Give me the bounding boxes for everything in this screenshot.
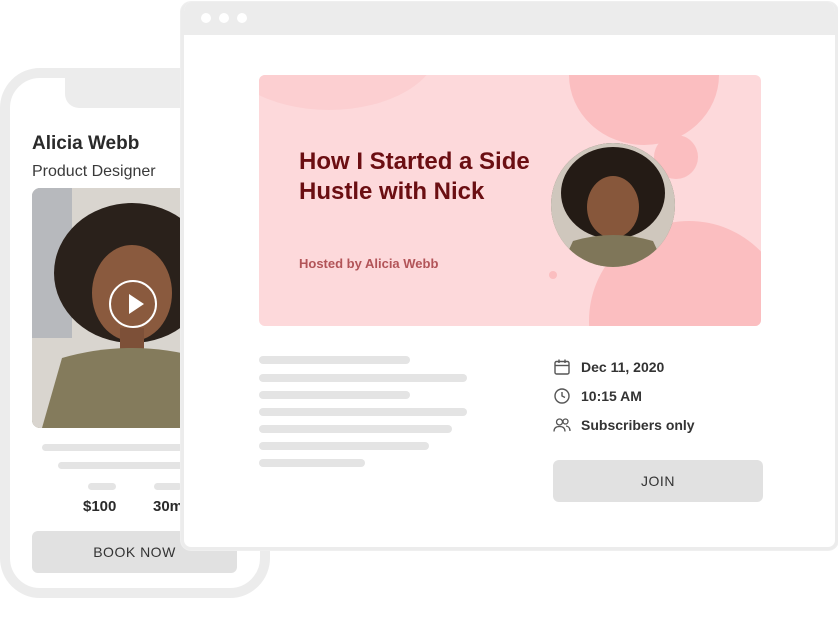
window-dot — [219, 13, 229, 23]
event-audience-text: Subscribers only — [581, 417, 695, 433]
placeholder-line — [88, 483, 116, 490]
event-date-text: Dec 11, 2020 — [581, 359, 665, 375]
window-dot — [237, 13, 247, 23]
event-time-text: 10:15 AM — [581, 388, 642, 404]
placeholder-line — [58, 462, 198, 469]
placeholder-line — [259, 459, 365, 467]
join-button[interactable]: JOIN — [553, 460, 763, 502]
profile-name: Alicia Webb — [32, 133, 140, 154]
placeholder-line — [259, 391, 410, 399]
placeholder-line — [42, 444, 192, 451]
placeholder-line — [259, 374, 467, 382]
browser-window: How I Started a Side Hustle with Nick Ho… — [181, 2, 838, 550]
event-banner: How I Started a Side Hustle with Nick Ho… — [259, 75, 761, 326]
placeholder-line — [259, 408, 467, 416]
window-dot — [201, 13, 211, 23]
placeholder-line — [259, 442, 429, 450]
host-photo — [551, 143, 675, 267]
event-date: Dec 11, 2020 — [553, 357, 664, 377]
session-price: $100 — [83, 498, 117, 515]
calendar-icon — [553, 358, 571, 376]
host-avatar — [551, 143, 675, 267]
profile-role: Product Designer — [32, 163, 156, 180]
users-icon — [553, 416, 571, 434]
event-time: 10:15 AM — [553, 386, 642, 406]
event-title: How I Started a Side Hustle with Nick — [299, 148, 530, 205]
event-audience: Subscribers only — [553, 415, 695, 435]
decor-blob — [549, 271, 557, 279]
placeholder-line — [259, 425, 452, 433]
decor-blob — [259, 75, 439, 110]
session-duration: 30m — [153, 498, 184, 515]
play-icon[interactable] — [109, 280, 157, 328]
placeholder-line — [259, 356, 410, 364]
clock-icon — [553, 387, 571, 405]
browser-titlebar — [184, 2, 835, 35]
decor-blob — [569, 75, 719, 145]
event-host: Hosted by Alicia Webb — [299, 256, 439, 271]
placeholder-line — [154, 483, 182, 490]
